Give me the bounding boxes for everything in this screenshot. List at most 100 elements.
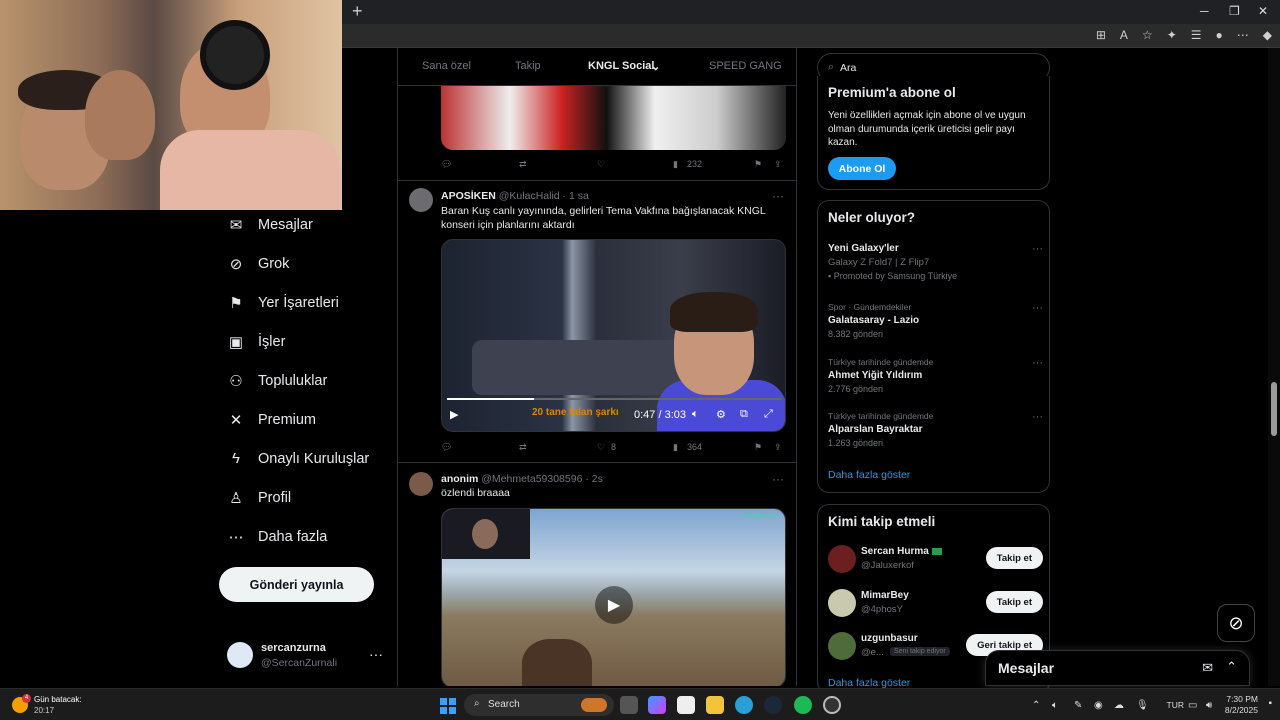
copilot-icon[interactable] xyxy=(648,696,666,714)
scrollbar-thumb[interactable] xyxy=(1271,382,1277,436)
fullscreen-icon[interactable]: ⤢ xyxy=(764,408,773,421)
chevron-up-icon[interactable]: ⌃ xyxy=(1032,700,1040,711)
page-scrollbar[interactable] xyxy=(1268,48,1280,686)
views-icon[interactable]: ▮ xyxy=(673,442,678,453)
notifications-icon[interactable]: ▪ xyxy=(1268,698,1272,709)
spotify-icon[interactable] xyxy=(794,696,812,714)
more-icon[interactable]: ··· xyxy=(1032,302,1043,314)
video-player[interactable]: OYUNEKS ▶ xyxy=(441,508,786,686)
favorite-star-icon[interactable]: ☆ xyxy=(1142,28,1153,42)
steam-tray-icon[interactable]: ◉ xyxy=(1094,700,1103,711)
pip-icon[interactable]: ⧉ xyxy=(740,408,748,421)
nav-item-profile[interactable]: ♙ Profil xyxy=(218,478,388,517)
tab-speed-gang[interactable]: SPEED GANG xyxy=(709,60,782,72)
nav-item-verified-orgs[interactable]: ϟ Onaylı Kuruluşlar xyxy=(218,439,388,478)
reply-icon[interactable]: 💬︎ xyxy=(441,442,452,453)
account-switcher[interactable]: sercanzurna @SercanZurnali ··· xyxy=(227,640,387,672)
profile-avatar-icon[interactable]: ● xyxy=(1216,28,1223,42)
settings-icon[interactable]: ⚙ xyxy=(716,408,726,421)
minimize-button[interactable]: ─ xyxy=(1200,4,1209,18)
volume-icon[interactable]: 🔈︎ xyxy=(1052,700,1058,711)
edge-icon[interactable] xyxy=(735,696,753,714)
nav-item-communities[interactable]: ⚇ Topluluklar xyxy=(218,361,388,400)
post-button[interactable]: Gönderi yayınla xyxy=(219,567,374,602)
task-view-icon[interactable] xyxy=(620,696,638,714)
expand-icon[interactable]: ⌃ xyxy=(1226,659,1237,675)
nav-item-jobs[interactable]: ▣ İşler xyxy=(218,322,388,361)
like-icon[interactable]: ♡ xyxy=(597,442,605,453)
repost-icon[interactable]: ⇄ xyxy=(519,442,527,453)
trend-item[interactable]: Türkiye tarihinde gündemde Ahmet Yiğit Y… xyxy=(828,357,1043,394)
nav-item-bookmarks[interactable]: ⚑ Yer İşaretleri xyxy=(218,283,388,322)
browser-menu-icon[interactable]: ⋯ xyxy=(1237,28,1249,42)
play-icon[interactable]: ▶ xyxy=(595,586,633,624)
more-icon[interactable]: ··· xyxy=(1032,411,1043,423)
nav-item-premium[interactable]: ✕ Premium xyxy=(218,400,388,439)
windows-start-icon[interactable] xyxy=(440,698,456,714)
tweet-author[interactable]: anonim xyxy=(441,473,478,485)
tab-following[interactable]: Takip xyxy=(515,60,541,72)
views-icon[interactable]: ▮ xyxy=(673,159,678,170)
collections-icon[interactable]: ☰ xyxy=(1191,28,1202,42)
app-icon[interactable]: ⊞ xyxy=(1096,28,1106,42)
subscribe-button[interactable]: Abone Ol xyxy=(828,157,896,180)
follow-button[interactable]: Takip et xyxy=(985,591,1043,613)
new-tab-button[interactable]: + xyxy=(352,2,363,20)
language-indicator[interactable]: TUR xyxy=(1167,700,1184,710)
app-icon[interactable] xyxy=(823,696,841,714)
chevron-down-icon[interactable]: ⌄ xyxy=(651,60,660,73)
network-tray-icon[interactable]: ☁ xyxy=(1114,700,1124,711)
store-icon[interactable] xyxy=(677,696,695,714)
more-icon[interactable]: ··· xyxy=(1032,243,1043,255)
more-icon[interactable]: ··· xyxy=(369,646,383,662)
trend-item[interactable]: Türkiye tarihinde gündemde Alparslan Bay… xyxy=(828,411,1043,448)
follow-suggestion[interactable]: Sercan Hurma @Jaluxerkof Takip et xyxy=(828,545,1043,577)
trend-item[interactable]: Yeni Galaxy'ler Galaxy Z Fold7 | Z Flip7… xyxy=(828,243,1043,281)
show-more-link[interactable]: Daha fazla göster xyxy=(828,469,910,481)
tweet-handle[interactable]: @Mehmeta59308596 xyxy=(481,473,582,485)
file-explorer-icon[interactable] xyxy=(706,696,724,714)
search-highlight-icon[interactable] xyxy=(581,698,607,712)
tab-kngl-social[interactable]: KNGL Social xyxy=(588,60,654,72)
close-window-button[interactable]: ✕ xyxy=(1258,4,1268,18)
display-icon[interactable]: ▭ xyxy=(1188,700,1197,711)
tweet-author[interactable]: APOSİKEN xyxy=(441,190,496,202)
share-icon[interactable]: ⇪ xyxy=(774,442,782,453)
follow-suggestion[interactable]: MimarBey @4phosY Takip et xyxy=(828,589,1043,621)
pen-icon[interactable]: ✎ xyxy=(1074,700,1082,711)
avatar[interactable] xyxy=(409,472,433,496)
maximize-button[interactable]: ❐ xyxy=(1229,4,1240,18)
clock[interactable]: 7:30 PM 8/2/2025 xyxy=(1225,694,1258,716)
follow-button[interactable]: Takip et xyxy=(985,547,1043,569)
like-icon[interactable]: ♡ xyxy=(597,159,605,170)
bookmark-icon[interactable]: ⚑ xyxy=(754,159,762,170)
nav-item-messages[interactable]: ✉ Mesajlar xyxy=(218,205,388,244)
reply-icon[interactable]: 💬︎ xyxy=(441,159,452,170)
video-player[interactable]: 20 tane falan şarkı ▶ 0:47 / 3:03 🔈︎ ⚙ ⧉… xyxy=(441,239,786,432)
more-icon[interactable]: ··· xyxy=(1032,357,1043,369)
microphone-icon[interactable]: 🎙︎ xyxy=(1136,700,1149,711)
read-aloud-icon[interactable]: A xyxy=(1120,28,1128,42)
share-icon[interactable]: ⇪ xyxy=(774,159,782,170)
nav-item-more[interactable]: ⋯ Daha fazla xyxy=(218,517,388,556)
more-icon[interactable]: ··· xyxy=(772,189,784,203)
video-progress-bar[interactable] xyxy=(447,398,782,400)
messages-drawer[interactable]: Mesajlar ✉ ⌃ xyxy=(985,650,1250,686)
weather-widget[interactable]: 4 Gün batacak: 20:17 xyxy=(10,693,120,717)
more-icon[interactable]: ··· xyxy=(772,472,784,486)
copilot-icon[interactable]: ◆ xyxy=(1263,28,1272,42)
post-image[interactable] xyxy=(441,86,786,150)
repost-icon[interactable]: ⇄ xyxy=(519,159,527,170)
avatar[interactable] xyxy=(409,188,433,212)
bookmark-icon[interactable]: ⚑ xyxy=(754,442,762,453)
tweet-handle[interactable]: @KulacHalid xyxy=(499,190,560,202)
tab-for-you[interactable]: Sana özel xyxy=(422,60,471,72)
new-message-icon[interactable]: ✉ xyxy=(1202,660,1213,676)
trend-item[interactable]: Spor · Gündemdekiler Galatasaray - Lazio… xyxy=(828,302,1043,339)
grok-icon[interactable]: ⊘ xyxy=(1217,604,1255,642)
nav-item-grok[interactable]: ⊘ Grok xyxy=(218,244,388,283)
play-icon[interactable]: ▶ xyxy=(450,408,458,421)
steam-icon[interactable] xyxy=(764,696,782,714)
extensions-icon[interactable]: ✦ xyxy=(1167,28,1177,42)
volume-icon[interactable]: 🔈︎ xyxy=(692,408,699,421)
